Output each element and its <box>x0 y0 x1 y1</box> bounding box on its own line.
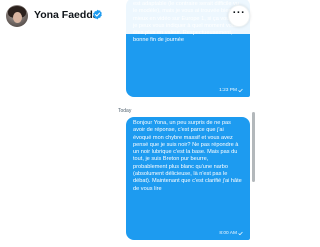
avatar-face <box>13 12 22 23</box>
contact-name[interactable]: Yona Faedda <box>34 9 99 21</box>
read-check-icon <box>238 231 243 235</box>
more-options-button[interactable]: ··· <box>228 5 250 27</box>
avatar[interactable] <box>6 5 28 27</box>
day-separator: Today <box>118 108 132 114</box>
message-time: 1:23 PM <box>219 87 237 93</box>
message-meta: 8:00 AM <box>219 230 243 237</box>
scrollbar-thumb[interactable] <box>252 112 255 182</box>
message-text: Bonjour Yona, un peu surpris de ne pas a… <box>133 120 242 192</box>
verified-badge-icon <box>93 9 102 20</box>
message-meta: 1:23 PM <box>219 87 243 94</box>
conversation-header: Yona Faedda ··· <box>0 0 256 34</box>
read-check-icon <box>238 88 243 92</box>
message-bubble[interactable]: Bonjour Yona, un peu surpris de ne pas a… <box>126 117 250 240</box>
message-time: 8:00 AM <box>219 230 237 236</box>
